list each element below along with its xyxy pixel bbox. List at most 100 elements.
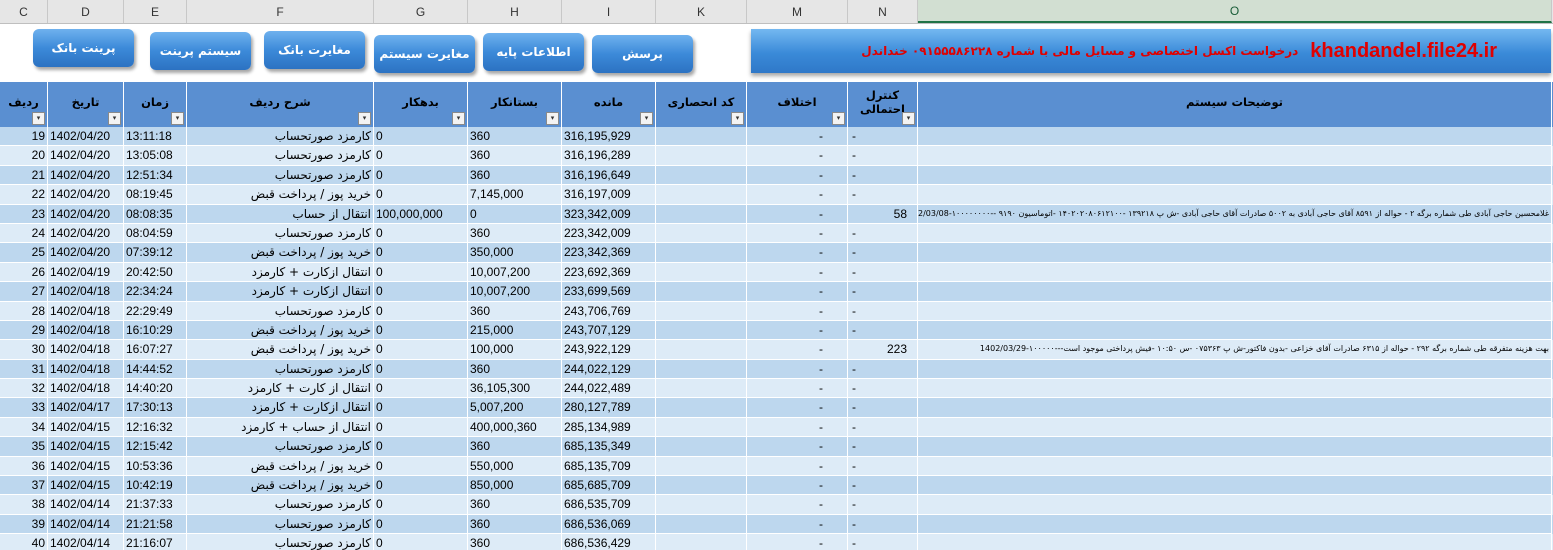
cell-debit[interactable]: 0 [374,456,468,477]
cell-date[interactable]: 1402/04/20 [48,204,124,224]
filter-dropdown-icon[interactable]: ▾ [731,112,744,125]
cell-exclusive-code[interactable] [656,165,747,186]
cell-probable-control[interactable]: - [848,165,918,186]
cell-exclusive-code[interactable] [656,146,747,166]
cell-credit[interactable]: 550,000 [468,456,562,477]
cell-credit[interactable]: 360 [468,437,562,457]
table-row[interactable]: 20 1402/04/20 13:05:08 کارمزد صورتحساب 0 360 3… [0,146,1553,166]
cell-credit[interactable]: 36,105,300 [468,379,562,399]
cell-time[interactable]: 08:08:35 [124,204,187,224]
cell-debit[interactable]: 0 [374,417,468,438]
cell-time[interactable]: 12:16:32 [124,417,187,438]
cell-row-no[interactable]: 27 [0,282,48,302]
cell-probable-control[interactable]: - [848,282,918,302]
cell-credit[interactable]: 5,007,200 [468,398,562,418]
cell-exclusive-code[interactable] [656,437,747,457]
table-row[interactable]: 25 1402/04/20 07:39:12 خرید پوز / پرداخت قب… [0,243,1553,263]
cell-desc[interactable]: کارمزد صورتحساب [187,534,374,550]
cell-exclusive-code[interactable] [656,476,747,496]
cell-probable-control[interactable]: - [848,514,918,535]
cell-date[interactable]: 1402/04/14 [48,495,124,515]
cell-debit[interactable]: 0 [374,340,468,360]
cell-difference[interactable]: - [747,204,848,224]
cell-difference[interactable]: - [747,437,848,457]
cell-date[interactable]: 1402/04/18 [48,379,124,399]
cell-debit[interactable]: 0 [374,476,468,496]
cell-system-notes[interactable] [918,456,1552,477]
cell-time[interactable]: 08:19:45 [124,185,187,205]
cell-row-no[interactable]: 40 [0,534,48,550]
cell-system-notes[interactable]: بهت هزینه متفرقه طی شماره برگه ۲۹۲ - حوا… [918,340,1552,360]
cell-balance[interactable]: 223,692,369 [562,262,656,283]
col-letter-h[interactable]: H [468,0,562,23]
table-row[interactable]: 24 1402/04/20 08:04:59 کارمزد صورتحساب 0 360 2… [0,223,1553,244]
cell-credit[interactable]: 100,000 [468,340,562,360]
cell-balance[interactable]: 686,536,069 [562,514,656,535]
cell-desc[interactable]: انتقال ازکارت + کارمزد [187,262,374,283]
cell-desc[interactable]: خرید پوز / پرداخت قبض [187,456,374,477]
cell-credit[interactable]: 360 [468,301,562,321]
cell-system-notes[interactable] [918,417,1552,438]
cell-exclusive-code[interactable] [656,127,747,147]
table-row[interactable]: 23 1402/04/20 08:08:35 انتقال از حساب 100,00… [0,204,1553,224]
cell-balance[interactable]: 244,022,489 [562,379,656,399]
cell-system-notes[interactable] [918,437,1552,457]
cell-debit[interactable]: 0 [374,282,468,302]
cell-system-notes[interactable] [918,146,1552,166]
cell-row-no[interactable]: 23 [0,204,48,224]
cell-credit[interactable]: 10,007,200 [468,282,562,302]
filter-dropdown-icon[interactable]: ▾ [640,112,653,125]
cell-desc[interactable]: کارمزد صورتحساب [187,495,374,515]
cell-difference[interactable]: - [747,165,848,186]
cell-debit[interactable]: 0 [374,534,468,550]
cell-date[interactable]: 1402/04/18 [48,301,124,321]
cell-time[interactable]: 08:04:59 [124,223,187,244]
cell-difference[interactable]: - [747,320,848,341]
table-row[interactable]: 19 1402/04/20 13:11:18 کارمزد صورتحساب 0 360 3… [0,127,1553,147]
cell-balance[interactable]: 243,922,129 [562,340,656,360]
cell-exclusive-code[interactable] [656,243,747,263]
cell-desc[interactable]: کارمزد صورتحساب [187,165,374,186]
cell-difference[interactable]: - [747,301,848,321]
cell-debit[interactable]: 0 [374,495,468,515]
cell-balance[interactable]: 243,707,129 [562,320,656,341]
table-row[interactable]: 39 1402/04/14 21:21:58 کارمزد صورتحساب 0 360 6… [0,514,1553,535]
cell-time[interactable]: 10:53:36 [124,456,187,477]
cell-date[interactable]: 1402/04/19 [48,262,124,283]
cell-exclusive-code[interactable] [656,301,747,321]
cell-balance[interactable]: 316,196,649 [562,165,656,186]
filter-dropdown-icon[interactable]: ▾ [358,112,371,125]
cell-desc[interactable]: خرید پوز / پرداخت قبض [187,185,374,205]
cell-desc[interactable]: کارمزد صورتحساب [187,301,374,321]
filter-dropdown-icon[interactable]: ▾ [171,112,184,125]
cell-difference[interactable]: - [747,262,848,283]
cell-system-notes[interactable] [918,243,1552,263]
cell-time[interactable]: 14:44:52 [124,359,187,380]
cell-date[interactable]: 1402/04/15 [48,456,124,477]
cell-time[interactable]: 12:15:42 [124,437,187,457]
filter-dropdown-icon[interactable]: ▾ [832,112,845,125]
cell-probable-control[interactable]: 58 [848,204,918,224]
cell-date[interactable]: 1402/04/18 [48,282,124,302]
cell-row-no[interactable]: 39 [0,514,48,535]
cell-desc[interactable]: انتقال از حساب [187,204,374,224]
table-row[interactable]: 37 1402/04/15 10:42:19 خرید پوز / پرداخت قب… [0,476,1553,496]
cell-exclusive-code[interactable] [656,359,747,380]
cell-probable-control[interactable]: - [848,398,918,418]
cell-exclusive-code[interactable] [656,204,747,224]
cell-date[interactable]: 1402/04/15 [48,476,124,496]
cell-row-no[interactable]: 32 [0,379,48,399]
cell-difference[interactable]: - [747,514,848,535]
col-letter-k[interactable]: K [656,0,747,23]
table-row[interactable]: 35 1402/04/15 12:15:42 کارمزد صورتحساب 0 360 6… [0,437,1553,457]
question-button[interactable]: پرسش [592,35,693,73]
cell-difference[interactable]: - [747,185,848,205]
cell-difference[interactable]: - [747,476,848,496]
cell-exclusive-code[interactable] [656,185,747,205]
cell-probable-control[interactable]: - [848,456,918,477]
cell-probable-control[interactable]: 223 [848,340,918,360]
cell-debit[interactable]: 0 [374,185,468,205]
cell-row-no[interactable]: 34 [0,417,48,438]
cell-exclusive-code[interactable] [656,379,747,399]
cell-difference[interactable]: - [747,379,848,399]
